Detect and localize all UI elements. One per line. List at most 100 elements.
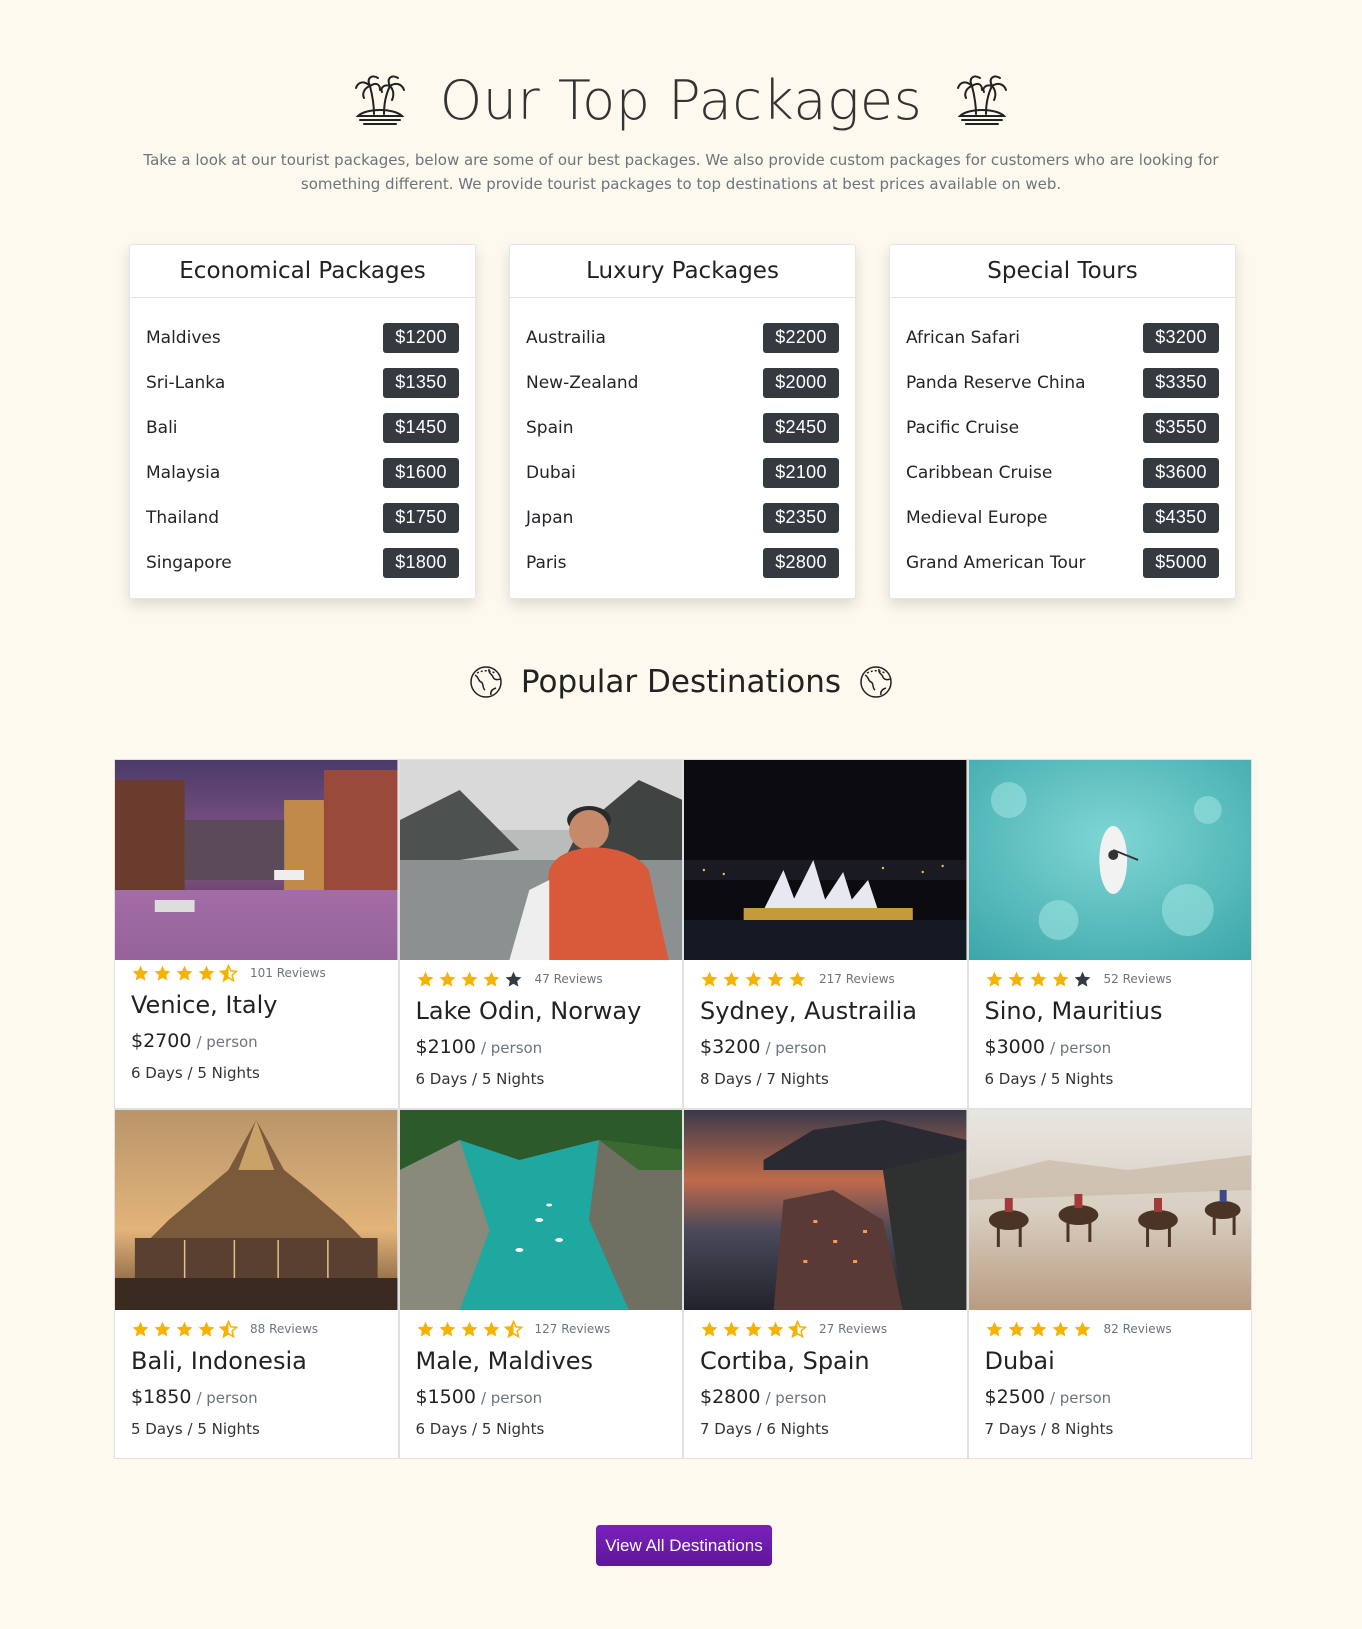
package-item[interactable]: Austrailia $2200 <box>526 315 839 360</box>
price-amount: $2500 <box>984 1386 1045 1408</box>
destination-duration: 6 Days / 5 Nights <box>984 1070 1114 1088</box>
star-full-icon <box>1008 1321 1024 1337</box>
popular-header: Popular Destinations <box>0 660 1362 704</box>
package-item[interactable]: African Safari $3200 <box>906 315 1219 360</box>
package-item[interactable]: Sri-Lanka $1350 <box>146 360 459 405</box>
destination-price: $1850 / person <box>131 1386 382 1416</box>
rating: 27 Reviews <box>700 1316 951 1342</box>
price-amount: $3000 <box>984 1036 1045 1058</box>
destination-card[interactable]: 27 Reviews Cortiba, Spain $2800 / person… <box>683 1109 968 1459</box>
star-rating <box>985 970 1092 989</box>
star-full-icon <box>701 1321 718 1337</box>
star-full-icon <box>1074 1321 1090 1337</box>
price-amount: $1500 <box>415 1386 476 1408</box>
rating: 217 Reviews <box>700 966 951 992</box>
star-full-icon <box>132 1321 149 1337</box>
package-name: Spain <box>526 417 574 438</box>
price-badge: $3350 <box>1143 367 1219 398</box>
package-item[interactable]: Dubai $2100 <box>526 450 839 495</box>
package-name: Singapore <box>146 552 232 573</box>
package-item[interactable]: Bali $1450 <box>146 405 459 450</box>
price-unit: / person <box>196 1389 258 1407</box>
star-full-icon <box>417 1321 433 1337</box>
cliff-village-dusk-photo[interactable] <box>684 1110 967 1310</box>
desert-camels-photo[interactable] <box>968 1110 1251 1310</box>
price-unit: / person <box>1049 1039 1112 1057</box>
package-item[interactable]: Paris $2800 <box>526 540 839 585</box>
package-card-title: Economical Packages <box>130 245 475 298</box>
price-badge: $5000 <box>1143 547 1219 578</box>
star-full-icon <box>417 971 433 987</box>
destination-card[interactable]: 82 Reviews Dubai $2500 / person 7 Days /… <box>967 1109 1252 1459</box>
star-full-icon <box>745 971 762 987</box>
view-all-destinations-button[interactable]: View All Destinations <box>596 1525 772 1566</box>
price-badge: $1200 <box>383 322 459 353</box>
destination-price: $1500 / person <box>416 1386 667 1416</box>
rating: 52 Reviews <box>985 966 1236 992</box>
package-card-title: Special Tours <box>890 245 1235 298</box>
package-name: Caribbean Cruise <box>906 462 1053 483</box>
destination-card[interactable]: 47 Reviews Lake Odin, Norway $2100 / per… <box>398 759 683 1109</box>
package-item[interactable]: Pacific Cruise $3550 <box>906 405 1219 450</box>
destination-duration: 5 Days / 5 Nights <box>131 1420 260 1438</box>
destination-card[interactable]: 101 Reviews Venice, Italy $2700 / person… <box>114 759 399 1109</box>
star-rating <box>700 1319 807 1339</box>
package-list: Austrailia $2200 New-Zealand $2000 Spain $2… <box>510 298 855 585</box>
price-unit: / person <box>1049 1389 1112 1407</box>
price-badge: $2450 <box>763 412 839 443</box>
star-full-icon <box>1030 971 1046 987</box>
review-count: 52 Reviews <box>1103 972 1172 986</box>
package-item[interactable]: Malaysia $1600 <box>146 450 459 495</box>
globe-icon <box>860 666 892 698</box>
package-item[interactable]: New-Zealand $2000 <box>526 360 839 405</box>
review-count: 217 Reviews <box>819 972 895 986</box>
package-item[interactable]: Japan $2350 <box>526 495 839 540</box>
star-rating <box>416 970 523 989</box>
destination-card[interactable]: 127 Reviews Male, Maldives $1500 / perso… <box>398 1109 683 1459</box>
star-full-icon <box>986 971 1002 987</box>
star-full-icon <box>789 971 806 987</box>
star-full-icon <box>198 965 215 981</box>
destination-name: Bali, Indonesia <box>131 1347 307 1375</box>
package-card-luxury: Luxury Packages Austrailia $2200 New-Zeal… <box>509 244 856 599</box>
package-name: Thailand <box>146 507 220 528</box>
package-item[interactable]: Caribbean Cruise $3600 <box>906 450 1219 495</box>
star-empty-icon <box>1074 971 1090 987</box>
price-amount: $1850 <box>131 1386 192 1408</box>
package-item[interactable]: Thailand $1750 <box>146 495 459 540</box>
paddleboard-sea-photo[interactable] <box>968 760 1251 960</box>
price-badge: $1450 <box>383 412 459 443</box>
destination-card[interactable]: 217 Reviews Sydney, Austrailia $3200 / p… <box>683 759 968 1109</box>
price-amount: $3200 <box>700 1036 761 1058</box>
temple-sunset-photo[interactable] <box>115 1110 398 1310</box>
destination-duration: 7 Days / 8 Nights <box>984 1420 1114 1438</box>
package-item[interactable]: Singapore $1800 <box>146 540 459 585</box>
opera-house-night-photo[interactable] <box>684 760 967 960</box>
venice-canal-photo[interactable] <box>115 760 398 960</box>
destination-duration: 7 Days / 6 Nights <box>700 1420 829 1438</box>
price-amount: $2700 <box>131 1030 192 1052</box>
package-item[interactable]: Panda Reserve China $3350 <box>906 360 1219 405</box>
price-badge: $2350 <box>763 502 839 533</box>
destination-card[interactable]: 88 Reviews Bali, Indonesia $1850 / perso… <box>114 1109 399 1459</box>
turquoise-gorge-photo[interactable] <box>399 1110 682 1310</box>
package-item[interactable]: Grand American Tour $5000 <box>906 540 1219 585</box>
hiker-lake-photo[interactable] <box>399 760 682 960</box>
destination-name: Dubai <box>984 1347 1055 1375</box>
package-item[interactable]: Medieval Europe $4350 <box>906 495 1219 540</box>
rating: 82 Reviews <box>985 1316 1236 1342</box>
price-badge: $4350 <box>1143 502 1219 533</box>
star-full-icon <box>154 1321 171 1337</box>
page-title: Our Top Packages <box>439 68 923 132</box>
destination-duration: 6 Days / 5 Nights <box>415 1420 545 1438</box>
review-count: 82 Reviews <box>1103 1322 1172 1336</box>
destinations-grid: 101 Reviews Venice, Italy $2700 / person… <box>114 759 1252 1459</box>
package-name: Japan <box>526 507 574 528</box>
package-item[interactable]: Maldives $1200 <box>146 315 459 360</box>
price-badge: $3600 <box>1143 457 1219 488</box>
package-item[interactable]: Spain $2450 <box>526 405 839 450</box>
package-card-economical: Economical Packages Maldives $1200 Sri-La… <box>129 244 476 599</box>
price-badge: $2000 <box>763 367 839 398</box>
destination-card[interactable]: 52 Reviews Sino, Mauritius $3000 / perso… <box>967 759 1252 1109</box>
price-unit: / person <box>765 1389 827 1407</box>
